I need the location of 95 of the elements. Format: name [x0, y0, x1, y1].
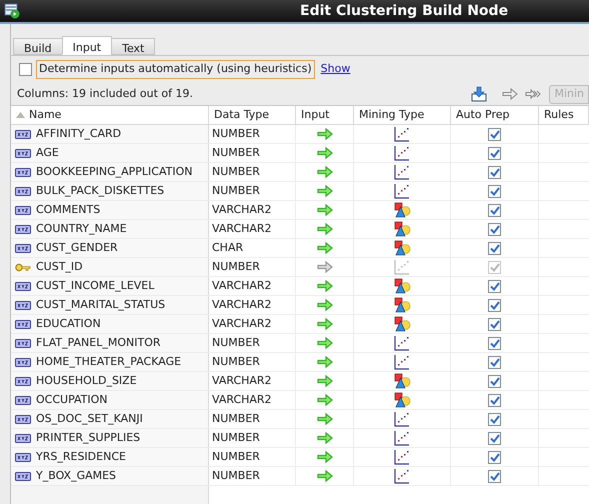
column-name: OS_DOC_SET_KANJI — [36, 410, 143, 427]
auto-prep-checkbox[interactable] — [488, 298, 501, 312]
column-name: AGE — [36, 144, 59, 161]
column-name: OCCUPATION — [36, 392, 108, 408]
column-name: Y_BOX_GAMES — [36, 468, 116, 484]
auto-prep-checkbox[interactable] — [488, 280, 501, 292]
column-name: BULK_PACK_DISKETTES — [36, 182, 164, 199]
sort-ascending-icon — [16, 112, 25, 118]
auto-prep-checkbox[interactable] — [488, 128, 501, 140]
data-type: VARCHAR2 — [212, 392, 272, 408]
text-column-icon — [15, 224, 31, 234]
text-column-icon — [15, 148, 31, 158]
text-column-icon — [15, 130, 31, 138]
auto-prep-checkbox[interactable] — [488, 184, 501, 198]
column-name: BOOKKEEPING_APPLICATION — [36, 164, 192, 180]
auto-prep-checkbox[interactable] — [488, 356, 501, 368]
text-column-icon — [15, 338, 31, 348]
data-type: VARCHAR2 — [212, 220, 272, 237]
text-column-icon — [15, 186, 31, 196]
auto-prep-checkbox[interactable] — [488, 242, 501, 254]
text-column-icon — [15, 434, 31, 442]
column-header[interactable]: Input — [296, 106, 354, 124]
auto-prep-checkbox[interactable] — [488, 204, 501, 216]
data-type: NUMBER — [212, 410, 260, 427]
right-arrow-icon[interactable] — [502, 88, 518, 100]
column-name: YRS_RESIDENCE — [36, 448, 126, 465]
column-name: CUST_GENDER — [36, 240, 118, 256]
column-name: PRINTER_SUPPLIES — [36, 430, 140, 446]
auto-prep-checkbox[interactable] — [488, 394, 501, 406]
checkbox[interactable] — [19, 63, 32, 76]
text-column-icon — [15, 320, 31, 328]
tab[interactable]: Build — [13, 38, 63, 55]
text-column-icon — [15, 472, 31, 480]
data-type: NUMBER — [212, 126, 260, 142]
column-name: COMMENTS — [36, 202, 100, 218]
text-column-icon — [15, 414, 31, 424]
data-type: NUMBER — [212, 354, 260, 370]
column-name: EDUCATION — [36, 316, 101, 332]
data-type: VARCHAR2 — [212, 202, 272, 218]
app-icon — [4, 3, 20, 19]
text-column-icon — [15, 168, 31, 176]
auto-prep-checkbox[interactable] — [488, 222, 501, 236]
column-name: HOUSEHOLD_SIZE — [36, 372, 137, 389]
column-name: AFFINITY_CARD — [36, 126, 122, 142]
text-column-icon — [15, 396, 31, 404]
auto-prep-checkbox[interactable] — [488, 318, 501, 330]
window-title: Edit Clustering Build Node — [300, 2, 508, 20]
auto-prep-checkbox[interactable] — [488, 336, 501, 350]
auto-prep-checkbox[interactable] — [488, 432, 501, 444]
column-name: COUNTRY_NAME — [36, 220, 127, 237]
tab[interactable]: Input — [62, 36, 112, 55]
column-header[interactable]: Mining Type — [354, 106, 451, 124]
data-type: VARCHAR2 — [212, 316, 272, 332]
auto-prep-checkbox[interactable] — [488, 166, 501, 178]
column-name: CUST_INCOME_LEVEL — [36, 278, 154, 294]
data-type: NUMBER — [212, 448, 260, 465]
columns-summary: Columns: 19 included out of 19. — [17, 86, 194, 102]
text-column-icon — [15, 358, 31, 366]
data-type: NUMBER — [212, 182, 260, 199]
data-type: NUMBER — [212, 258, 260, 275]
auto-prep-checkbox[interactable] — [488, 470, 501, 482]
text-column-icon — [15, 300, 31, 310]
column-name: CUST_MARITAL_STATUS — [36, 296, 166, 313]
text-column-icon — [15, 282, 31, 290]
column-header[interactable]: Auto Prep — [451, 106, 539, 124]
data-type: VARCHAR2 — [212, 372, 272, 389]
column-header[interactable]: Rules — [539, 106, 589, 124]
data-type: CHAR — [212, 240, 244, 256]
download-icon[interactable] — [471, 86, 488, 102]
data-type: NUMBER — [212, 164, 260, 180]
auto-prep-checkbox[interactable] — [488, 260, 501, 274]
data-type: NUMBER — [212, 430, 260, 446]
auto-prep-checkbox[interactable] — [488, 146, 501, 160]
tab[interactable]: Text — [111, 38, 156, 55]
auto-prep-checkbox[interactable] — [488, 412, 501, 426]
text-column-icon — [15, 376, 31, 386]
double-arrow-icon[interactable] — [525, 88, 542, 100]
text-column-icon — [15, 452, 31, 462]
show-link[interactable]: Show — [320, 61, 350, 78]
data-type: VARCHAR2 — [212, 296, 272, 313]
checkbox-label[interactable]: Determine inputs automatically (using heuristics) — [36, 60, 315, 79]
column-header[interactable]: Name — [11, 106, 209, 124]
column-name: FLAT_PANEL_MONITOR — [36, 334, 161, 351]
text-column-icon — [15, 206, 31, 214]
auto-prep-checkbox[interactable] — [488, 450, 501, 464]
column-name: HOME_THEATER_PACKAGE — [36, 354, 182, 370]
key-icon — [15, 262, 31, 272]
data-type: NUMBER — [212, 144, 260, 161]
column-header[interactable]: Data Type — [209, 106, 296, 124]
text-column-icon — [15, 244, 31, 252]
data-type: NUMBER — [212, 334, 260, 351]
data-type: NUMBER — [212, 468, 260, 484]
column-name: CUST_ID — [36, 258, 83, 275]
auto-prep-checkbox[interactable] — [488, 374, 501, 388]
data-type: VARCHAR2 — [212, 278, 272, 294]
